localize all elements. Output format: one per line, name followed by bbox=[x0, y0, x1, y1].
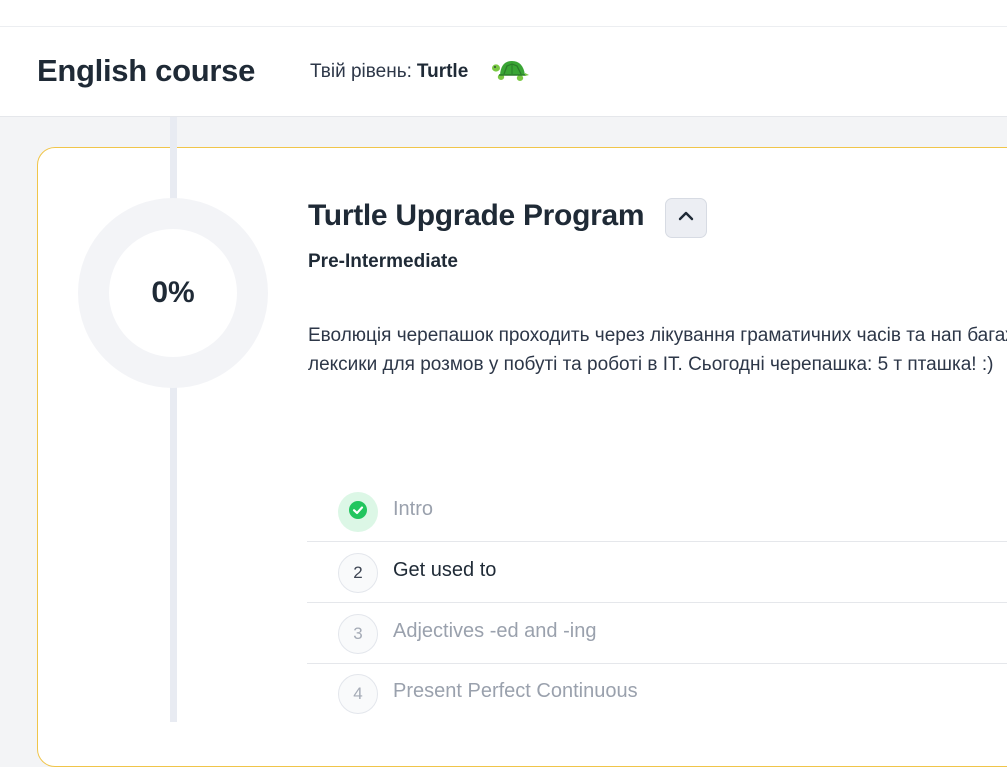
user-level: Твій рівень: Turtle bbox=[310, 61, 468, 83]
lesson-title: Adjectives -ed and -ing bbox=[393, 620, 597, 642]
collapse-button[interactable] bbox=[665, 198, 707, 238]
lesson-row-intro[interactable]: Intro bbox=[307, 481, 1007, 542]
lesson-number-badge: 3 bbox=[338, 614, 378, 654]
lesson-title: Intro bbox=[393, 498, 434, 520]
level-label: Твій рівень: bbox=[310, 61, 412, 82]
check-icon bbox=[349, 500, 367, 524]
lesson-number-badge: 4 bbox=[338, 674, 378, 714]
progress-percent: 0% bbox=[151, 276, 195, 309]
lesson-row-present-perfect-continuous[interactable]: 4 Present Perfect Continuous bbox=[307, 663, 1007, 723]
lesson-number-badge: 2 bbox=[338, 553, 378, 593]
lesson-row-get-used-to[interactable]: 2 Get used to bbox=[307, 542, 1007, 603]
lesson-title: Get used to bbox=[393, 559, 497, 581]
lesson-title: Present Perfect Continuous bbox=[393, 680, 638, 702]
chevron-up-icon bbox=[678, 209, 694, 227]
page-header: English course Твій рівень: Turtle bbox=[0, 27, 1007, 117]
program-level: Pre-Intermediate bbox=[308, 251, 458, 272]
program-title: Turtle Upgrade Program bbox=[308, 199, 645, 232]
program-description: Еволюція черепашок проходить через лікув… bbox=[308, 325, 1007, 375]
lesson-row-adjectives[interactable]: 3 Adjectives -ed and -ing bbox=[307, 603, 1007, 664]
level-value: Turtle bbox=[416, 61, 469, 82]
course-title: English course bbox=[37, 53, 256, 88]
lesson-status-badge bbox=[338, 492, 378, 532]
turtle-icon bbox=[492, 58, 530, 84]
top-strip bbox=[0, 0, 1007, 27]
